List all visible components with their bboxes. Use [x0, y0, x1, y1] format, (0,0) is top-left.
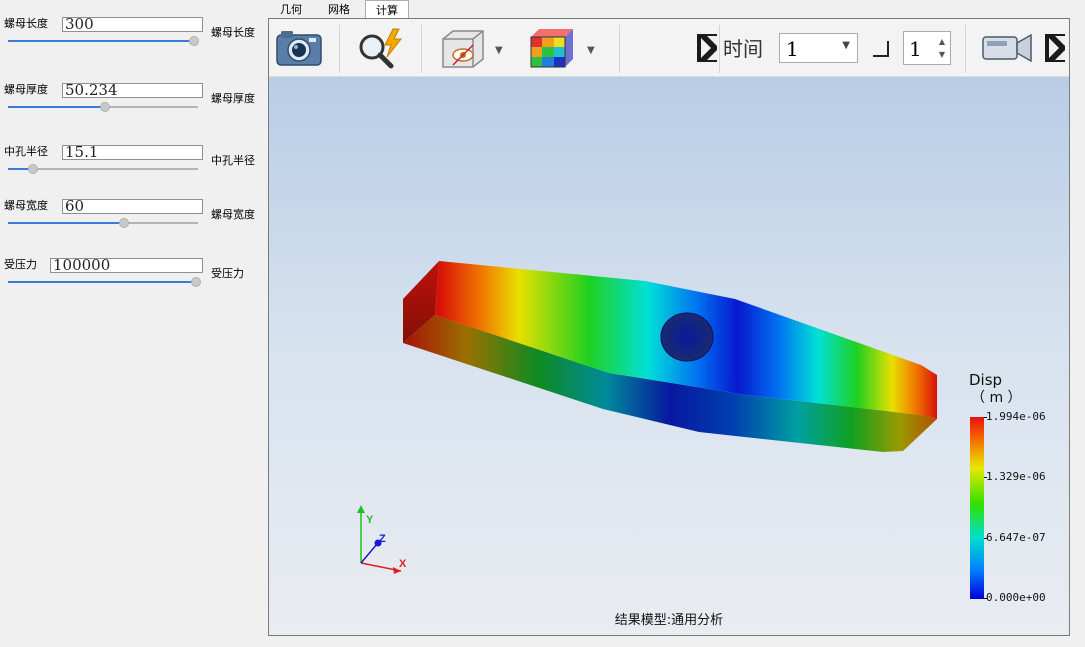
main-frame: ▼ ▼ 时间 1 ▼ 1 ▲ ▼ X Y Z Disp （ m ） 1.994e… — [268, 18, 1070, 636]
pressure-input[interactable]: 100000 — [50, 258, 203, 273]
time-select-value: 1 — [786, 37, 799, 61]
toolbar-scroll-icon[interactable] — [1045, 34, 1065, 62]
model-render: X Y Z — [357, 261, 937, 574]
query-button[interactable] — [355, 27, 407, 69]
param-right-label: 螺母宽度 — [211, 208, 255, 221]
param-label: 受压力 — [4, 258, 37, 271]
z-axis-label: Z — [379, 533, 386, 545]
param-right-label: 受压力 — [211, 267, 244, 280]
param-row-nut-length: 螺母长度 300 螺母长度 — [0, 17, 268, 57]
color-legend: Disp （ m ） 1.994e-06 1.329e-06 6.647e-07… — [969, 371, 1069, 611]
step-spinbox[interactable]: 1 ▲ ▼ — [903, 31, 951, 65]
visibility-dropdown-arrow[interactable]: ▼ — [495, 45, 503, 56]
slider-handle[interactable] — [189, 36, 200, 46]
pressure-slider[interactable] — [8, 277, 202, 287]
toolbar-separator — [339, 25, 340, 73]
slider-handle[interactable] — [191, 277, 202, 287]
nut-width-slider[interactable] — [8, 218, 198, 228]
legend-tick-label: 0.000e+00 — [986, 591, 1046, 604]
hole-radius-input[interactable]: 15.1 — [62, 145, 203, 160]
legend-tick-label: 1.994e-06 — [986, 410, 1046, 423]
nut-thickness-input[interactable]: 50.234 — [62, 83, 203, 98]
time-select[interactable]: 1 ▼ — [779, 33, 858, 63]
param-row-pressure: 受压力 100000 受压力 — [0, 258, 268, 298]
chevron-down-icon: ▼ — [842, 40, 850, 51]
colormap-dropdown-arrow[interactable]: ▼ — [587, 45, 595, 56]
slider-handle[interactable] — [99, 102, 110, 112]
record-button[interactable] — [981, 27, 1035, 69]
screenshot-button[interactable] — [275, 27, 323, 69]
nut-thickness-slider[interactable] — [8, 102, 198, 112]
colormap-button[interactable] — [527, 27, 577, 69]
param-label: 螺母宽度 — [4, 199, 48, 212]
param-row-nut-thickness: 螺母厚度 50.234 螺母厚度 — [0, 83, 268, 123]
legend-colorbar — [970, 417, 984, 599]
3d-viewport[interactable]: X Y Z Disp （ m ） 1.994e-06 1.329e-06 6.6… — [269, 77, 1069, 635]
tab-mesh[interactable]: 网格 — [321, 2, 357, 19]
param-label: 螺母长度 — [4, 17, 48, 30]
toolbar: ▼ ▼ 时间 1 ▼ 1 ▲ ▼ — [269, 19, 1069, 77]
camera-icon — [276, 31, 322, 66]
param-right-label: 螺母厚度 — [211, 92, 255, 105]
slider-handle[interactable] — [118, 218, 129, 228]
colormap-cube-icon — [530, 29, 573, 68]
param-label: 螺母厚度 — [4, 83, 48, 96]
slider-handle[interactable] — [27, 164, 38, 174]
search-flash-icon — [359, 28, 403, 69]
hole-radius-slider[interactable] — [8, 164, 198, 174]
toolbar-separator — [965, 25, 966, 73]
model-caption: 结果模型:通用分析 — [614, 613, 724, 628]
box-visibility-icon — [442, 30, 484, 68]
video-camera-icon — [982, 33, 1032, 63]
spin-up-icon[interactable]: ▲ — [939, 38, 945, 46]
toolbar-separator — [719, 25, 720, 73]
toolbar-scroll-icon[interactable] — [697, 34, 717, 62]
step-icon — [873, 41, 889, 57]
model-center-hole — [660, 312, 714, 362]
time-label: 时间 — [723, 37, 763, 61]
param-row-hole-radius: 中孔半径 15.1 中孔半径 — [0, 145, 268, 185]
param-right-label: 螺母长度 — [211, 26, 255, 39]
step-spinbox-value: 1 — [909, 37, 922, 61]
param-label: 中孔半径 — [4, 145, 48, 158]
y-axis-label: Y — [366, 514, 374, 526]
visibility-button[interactable] — [439, 27, 489, 69]
legend-tick-label: 1.329e-06 — [986, 470, 1046, 483]
spin-down-icon[interactable]: ▼ — [939, 51, 945, 59]
legend-tick-label: 6.647e-07 — [986, 531, 1046, 544]
toolbar-separator — [619, 25, 620, 73]
param-right-label: 中孔半径 — [211, 154, 255, 167]
tab-geometry[interactable]: 几何 — [274, 2, 308, 19]
nut-length-slider[interactable] — [8, 36, 200, 46]
parameter-panel: 螺母长度 300 螺母长度 螺母厚度 50.234 螺母厚度 中孔半径 15.1… — [0, 0, 268, 647]
legend-unit: （ m ） — [971, 390, 1022, 406]
toolbar-separator — [421, 25, 422, 73]
nut-width-input[interactable]: 60 — [62, 199, 203, 214]
x-axis-label: X — [399, 558, 407, 570]
param-row-nut-width: 螺母宽度 60 螺母宽度 — [0, 199, 268, 239]
tab-compute[interactable]: 计算 — [365, 0, 409, 20]
nut-length-input[interactable]: 300 — [62, 17, 203, 32]
